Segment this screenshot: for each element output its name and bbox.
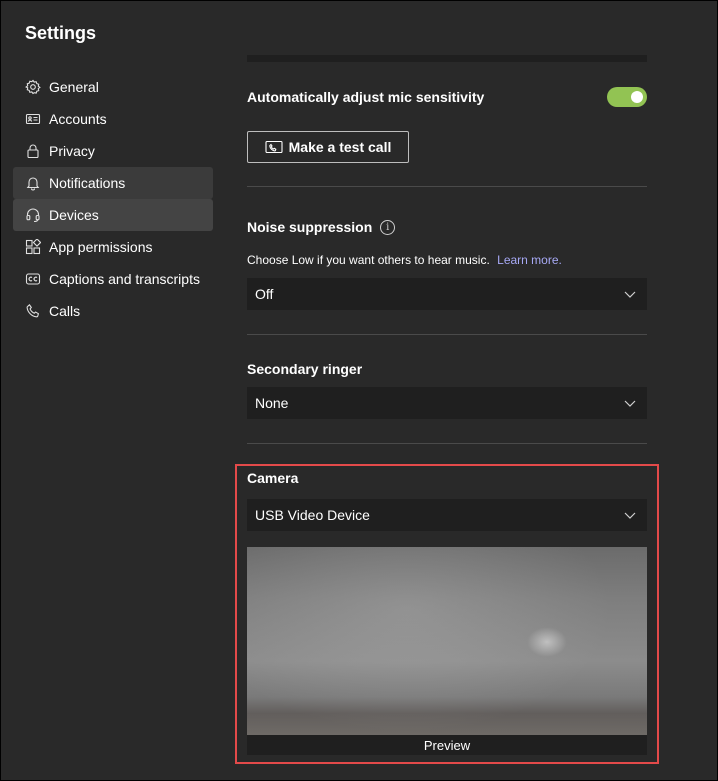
- chevron-down-icon: [624, 291, 636, 298]
- sidebar-item-label: General: [49, 79, 99, 95]
- divider: [247, 443, 647, 444]
- sidebar-item-app-permissions[interactable]: App permissions: [13, 231, 213, 263]
- page-title: Settings: [25, 23, 97, 43]
- sidebar-item-devices[interactable]: Devices: [13, 199, 213, 231]
- mic-sensitivity-label: Automatically adjust mic sensitivity: [247, 89, 485, 105]
- sidebar-item-label: App permissions: [49, 239, 153, 255]
- sidebar-item-label: Notifications: [49, 175, 126, 191]
- divider: [247, 334, 647, 335]
- learn-more-link[interactable]: Learn more.: [497, 253, 562, 267]
- noise-suppression-description: Choose Low if you want others to hear mu…: [247, 253, 562, 267]
- sidebar-item-accounts[interactable]: Accounts: [13, 103, 213, 135]
- scrolled-content-edge: [247, 55, 647, 62]
- sidebar-item-label: Privacy: [49, 143, 95, 159]
- camera-preview: Preview: [247, 547, 647, 755]
- preview-image: [247, 547, 647, 755]
- sidebar-item-label: Accounts: [49, 111, 107, 127]
- camera-value: USB Video Device: [255, 507, 370, 523]
- lock-icon: [25, 143, 41, 159]
- secondary-ringer-dropdown[interactable]: None: [247, 387, 647, 419]
- phone-icon: [25, 303, 41, 319]
- sidebar-item-label: Calls: [49, 303, 81, 319]
- apps-icon: [25, 239, 41, 255]
- sidebar-item-calls[interactable]: Calls: [13, 295, 213, 327]
- make-test-call-label: Make a test call: [288, 139, 392, 155]
- test-call-icon: [265, 140, 283, 154]
- camera-dropdown[interactable]: USB Video Device: [247, 499, 647, 531]
- divider: [247, 186, 647, 187]
- info-icon[interactable]: i: [380, 219, 396, 235]
- chevron-down-icon: [624, 400, 636, 407]
- cc-icon: [25, 271, 41, 287]
- sidebar-item-captions[interactable]: Captions and transcripts: [13, 263, 213, 295]
- chevron-down-icon: [624, 512, 636, 519]
- noise-suppression-header: Noise suppression i: [247, 219, 396, 235]
- mic-sensitivity-row: Automatically adjust mic sensitivity: [247, 85, 647, 109]
- secondary-ringer-value: None: [255, 395, 289, 411]
- preview-label: Preview: [247, 735, 647, 755]
- gear-icon: [25, 79, 41, 95]
- sidebar-item-label: Captions and transcripts: [49, 271, 200, 287]
- sidebar-item-notifications[interactable]: Notifications: [13, 167, 213, 199]
- noise-suppression-dropdown[interactable]: Off: [247, 278, 647, 310]
- bell-icon: [25, 175, 41, 191]
- make-test-call-button[interactable]: Make a test call: [247, 131, 409, 163]
- mic-sensitivity-toggle[interactable]: [607, 87, 647, 107]
- camera-label: Camera: [247, 470, 299, 486]
- sidebar-item-label: Devices: [49, 207, 99, 223]
- toggle-knob: [631, 91, 643, 103]
- headset-icon: [25, 207, 41, 223]
- noise-suppression-label: Noise suppression: [247, 219, 373, 235]
- sidebar-nav: General Accounts Privacy Notifications D…: [13, 71, 213, 327]
- sidebar-item-privacy[interactable]: Privacy: [13, 135, 213, 167]
- preview-glare: [527, 627, 567, 657]
- noise-suppression-value: Off: [255, 286, 274, 302]
- id-card-icon: [25, 111, 41, 127]
- noise-suppression-hint: Choose Low if you want others to hear mu…: [247, 253, 490, 267]
- secondary-ringer-label: Secondary ringer: [247, 361, 363, 377]
- settings-window: Settings General Accounts Privacy Notifi…: [0, 0, 718, 781]
- sidebar-item-general[interactable]: General: [13, 71, 213, 103]
